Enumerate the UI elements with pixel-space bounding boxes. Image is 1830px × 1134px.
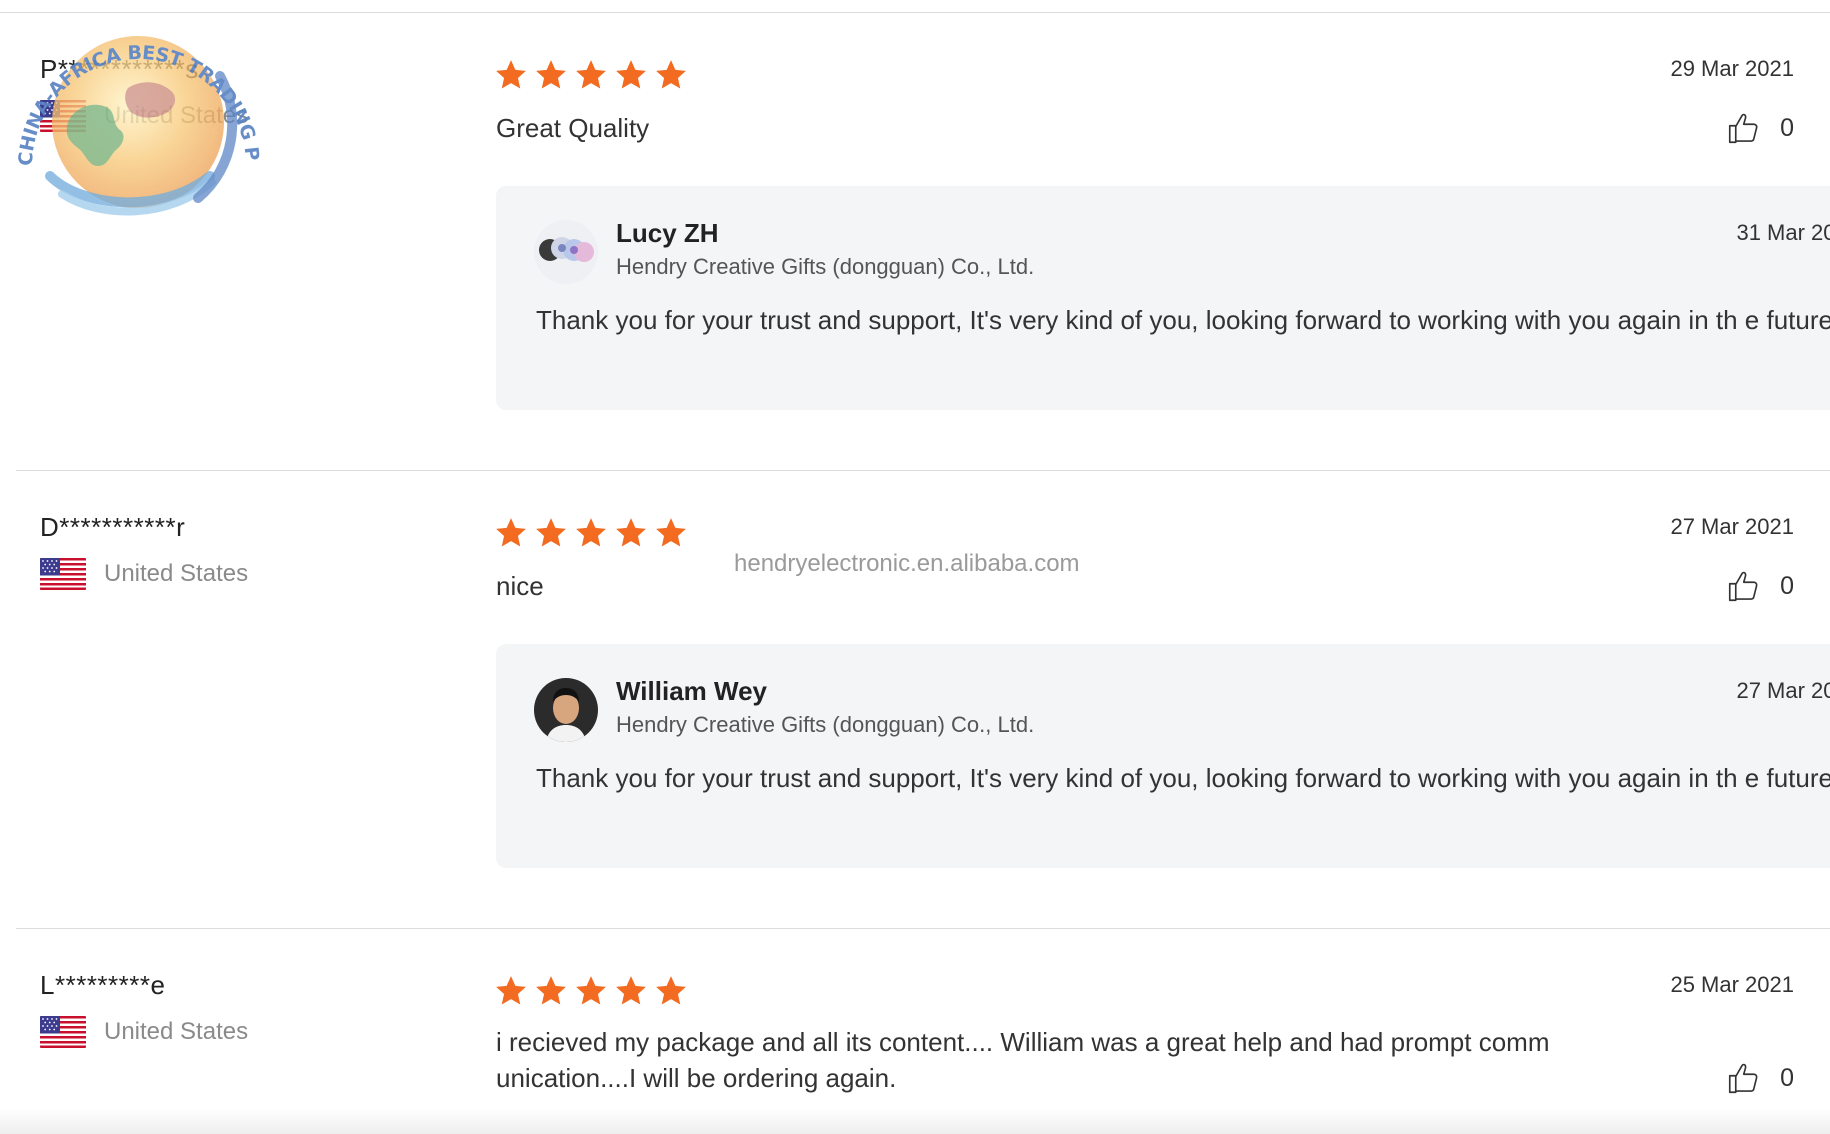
bottom-edge: [0, 1108, 1830, 1134]
star-icon: [574, 58, 608, 92]
star-icon: [534, 516, 568, 550]
platform-logo-watermark: CHINA-AFRICA BEST TRADING PLATFORM: [1, 0, 263, 230]
star-icon: [654, 58, 688, 92]
star-icon: [614, 516, 648, 550]
watermark-url: hendryelectronic.en.alibaba.com: [734, 550, 1080, 577]
reply-date: 27 Mar 2021: [1736, 678, 1830, 703]
review-divider: [16, 470, 1830, 471]
like-count: 0: [1780, 571, 1794, 600]
review-divider: [16, 928, 1830, 929]
star-icon: [494, 516, 528, 550]
star-icon: [534, 974, 568, 1008]
avatar: [534, 678, 598, 742]
review-text: nice: [496, 571, 544, 601]
rating-stars: [494, 516, 688, 550]
like-button[interactable]: 0: [1726, 568, 1794, 604]
buyer-country: United States: [40, 1016, 248, 1048]
reply-author: Lucy ZH: [616, 218, 719, 248]
us-flag-icon: [40, 558, 86, 590]
reply-text: Thank you for your trust and support, It…: [536, 763, 1830, 793]
reply-text: Thank you for your trust and support, It…: [536, 305, 1830, 335]
supplier-reply: Lucy ZH Hendry Creative Gifts (dongguan)…: [496, 186, 1830, 410]
star-icon: [574, 974, 608, 1008]
like-button[interactable]: 0: [1726, 110, 1794, 146]
star-icon: [534, 58, 568, 92]
star-icon: [494, 974, 528, 1008]
reply-company: Hendry Creative Gifts (dongguan) Co., Lt…: [616, 254, 1035, 279]
star-icon: [654, 974, 688, 1008]
thumbs-up-icon: [1726, 1060, 1762, 1096]
country-label: United States: [104, 560, 249, 587]
reply-author: William Wey: [616, 676, 767, 706]
review-text: Great Quality: [496, 113, 650, 143]
top-divider: [0, 12, 1830, 13]
buyer-name: L*********e: [40, 970, 166, 1000]
thumbs-up-icon: [1726, 110, 1762, 146]
reply-date: 31 Mar 2021: [1736, 220, 1830, 245]
like-count: 0: [1780, 113, 1794, 142]
like-button[interactable]: 0: [1726, 1060, 1794, 1096]
reply-company: Hendry Creative Gifts (dongguan) Co., Lt…: [616, 712, 1035, 737]
avatar: [534, 220, 598, 284]
thumbs-up-icon: [1726, 568, 1762, 604]
review-text: i recieved my package and all its conten…: [496, 1027, 1550, 1093]
star-icon: [574, 516, 608, 550]
review-date: 25 Mar 2021: [1670, 972, 1794, 997]
like-count: 0: [1780, 1063, 1794, 1092]
star-icon: [654, 516, 688, 550]
star-icon: [614, 58, 648, 92]
country-label: United States: [104, 1018, 249, 1045]
buyer-name: D***********r: [40, 512, 186, 542]
us-flag-icon: [40, 1016, 86, 1048]
star-icon: [494, 58, 528, 92]
review-date: 29 Mar 2021: [1670, 56, 1794, 81]
review-date: 27 Mar 2021: [1670, 514, 1794, 539]
rating-stars: [494, 58, 688, 92]
star-icon: [614, 974, 648, 1008]
rating-stars: [494, 974, 688, 1008]
buyer-country: United States: [40, 558, 248, 590]
supplier-reply: William Wey Hendry Creative Gifts (dongg…: [496, 644, 1830, 868]
